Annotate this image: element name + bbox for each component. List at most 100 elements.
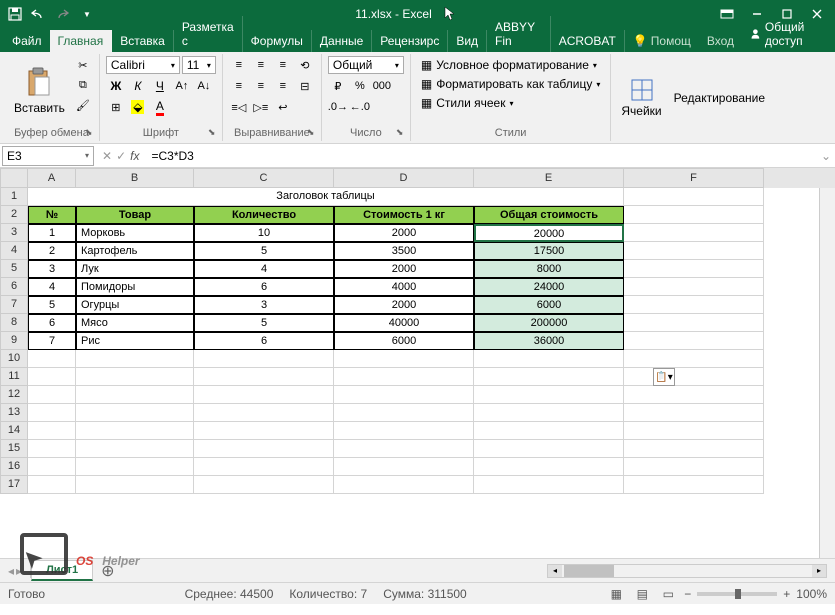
align-bottom-icon[interactable]: ≡: [273, 56, 293, 74]
cell[interactable]: [624, 404, 764, 422]
column-header[interactable]: F: [624, 168, 764, 188]
data-cell[interactable]: 5: [28, 296, 76, 314]
tab-abbyy[interactable]: ABBYY Fin: [487, 16, 551, 52]
tab-file[interactable]: Файл: [4, 30, 50, 52]
row-header[interactable]: 5: [0, 260, 28, 278]
cell[interactable]: [76, 476, 194, 494]
row-header[interactable]: 7: [0, 296, 28, 314]
increase-decimal-icon[interactable]: .0→: [328, 98, 348, 116]
comma-icon[interactable]: 000: [372, 77, 392, 95]
cell[interactable]: [28, 440, 76, 458]
cell[interactable]: [624, 224, 764, 242]
cell[interactable]: [624, 332, 764, 350]
row-header[interactable]: 10: [0, 350, 28, 368]
data-cell[interactable]: 8000: [474, 260, 624, 278]
cell[interactable]: [28, 386, 76, 404]
fill-color-icon[interactable]: ⬙: [128, 98, 148, 116]
cut-icon[interactable]: ✂: [73, 56, 93, 74]
tab-acrobat[interactable]: ACROBAT: [551, 30, 625, 52]
data-cell[interactable]: Морковь: [76, 224, 194, 242]
data-cell[interactable]: 40000: [334, 314, 474, 332]
row-header[interactable]: 15: [0, 440, 28, 458]
column-header[interactable]: A: [28, 168, 76, 188]
row-header[interactable]: 13: [0, 404, 28, 422]
table-header-cell[interactable]: Товар: [76, 206, 194, 224]
data-cell[interactable]: 6: [28, 314, 76, 332]
data-cell[interactable]: 2: [28, 242, 76, 260]
table-header-cell[interactable]: Общая стоимость: [474, 206, 624, 224]
cell[interactable]: [474, 458, 624, 476]
increase-indent-icon[interactable]: ▷≡: [251, 98, 271, 116]
increase-font-icon[interactable]: A↑: [172, 77, 192, 95]
tell-me[interactable]: 💡Помощ: [625, 30, 699, 52]
undo-icon[interactable]: [28, 3, 50, 25]
cell[interactable]: [76, 458, 194, 476]
tab-insert[interactable]: Вставка: [112, 30, 174, 52]
conditional-formatting-button[interactable]: ▦Условное форматирование▾: [417, 56, 605, 74]
cell[interactable]: [194, 386, 334, 404]
cell[interactable]: [624, 386, 764, 404]
data-cell[interactable]: 7: [28, 332, 76, 350]
percent-icon[interactable]: %: [350, 77, 370, 95]
cell[interactable]: [194, 458, 334, 476]
name-box[interactable]: E3▾: [2, 146, 94, 166]
data-cell[interactable]: 2000: [334, 296, 474, 314]
cells-button[interactable]: Ячейки: [617, 56, 665, 139]
cell[interactable]: [194, 368, 334, 386]
number-format-select[interactable]: Общий▾: [328, 56, 404, 74]
cell[interactable]: [194, 476, 334, 494]
data-cell[interactable]: Огурцы: [76, 296, 194, 314]
cell-styles-button[interactable]: ▦Стили ячеек▾: [417, 94, 605, 112]
cell[interactable]: [474, 440, 624, 458]
cell[interactable]: [624, 314, 764, 332]
bold-button[interactable]: Ж: [106, 77, 126, 95]
ribbon-options-icon[interactable]: [713, 3, 741, 25]
data-cell[interactable]: 1: [28, 224, 76, 242]
row-header[interactable]: 1: [0, 188, 28, 206]
cell[interactable]: [76, 350, 194, 368]
cell[interactable]: [194, 440, 334, 458]
align-left-icon[interactable]: ≡: [229, 77, 249, 95]
scroll-thumb[interactable]: [564, 565, 614, 577]
tab-layout[interactable]: Разметка с: [174, 16, 243, 52]
cell[interactable]: [194, 404, 334, 422]
data-cell[interactable]: 6: [194, 278, 334, 296]
tab-formulas[interactable]: Формулы: [243, 30, 312, 52]
cell[interactable]: [624, 440, 764, 458]
data-cell[interactable]: 6: [194, 332, 334, 350]
cell[interactable]: [76, 440, 194, 458]
copy-icon[interactable]: ⧉: [73, 76, 93, 94]
column-header[interactable]: B: [76, 168, 194, 188]
row-header[interactable]: 2: [0, 206, 28, 224]
cell[interactable]: [624, 188, 764, 206]
cell[interactable]: [624, 350, 764, 368]
row-header[interactable]: 11: [0, 368, 28, 386]
data-cell[interactable]: 6000: [334, 332, 474, 350]
cell[interactable]: [76, 404, 194, 422]
data-cell[interactable]: 4: [194, 260, 334, 278]
row-header[interactable]: 14: [0, 422, 28, 440]
data-cell[interactable]: 24000: [474, 278, 624, 296]
cell[interactable]: [334, 386, 474, 404]
tab-view[interactable]: Вид: [448, 30, 487, 52]
spreadsheet-grid[interactable]: ABCDEF 1Заголовок таблицы2№ТоварКоличест…: [0, 168, 835, 558]
cell[interactable]: [624, 278, 764, 296]
data-cell[interactable]: Лук: [76, 260, 194, 278]
cell[interactable]: [474, 404, 624, 422]
orientation-icon[interactable]: ⟲: [295, 56, 315, 74]
font-size-select[interactable]: 11▾: [182, 56, 216, 74]
add-sheet-icon[interactable]: ⊕: [93, 561, 122, 581]
zoom-slider[interactable]: [697, 592, 777, 596]
table-title[interactable]: Заголовок таблицы: [28, 188, 624, 206]
data-cell[interactable]: 10: [194, 224, 334, 242]
column-header[interactable]: C: [194, 168, 334, 188]
row-header[interactable]: 16: [0, 458, 28, 476]
cell[interactable]: [334, 440, 474, 458]
sheet-tab[interactable]: Лист1: [31, 560, 93, 581]
sign-in[interactable]: Вход: [699, 30, 742, 52]
cell[interactable]: [28, 404, 76, 422]
row-header[interactable]: 9: [0, 332, 28, 350]
align-center-icon[interactable]: ≡: [251, 77, 271, 95]
data-cell[interactable]: 5: [194, 314, 334, 332]
sheet-nav-next-icon[interactable]: ▸: [16, 564, 22, 578]
